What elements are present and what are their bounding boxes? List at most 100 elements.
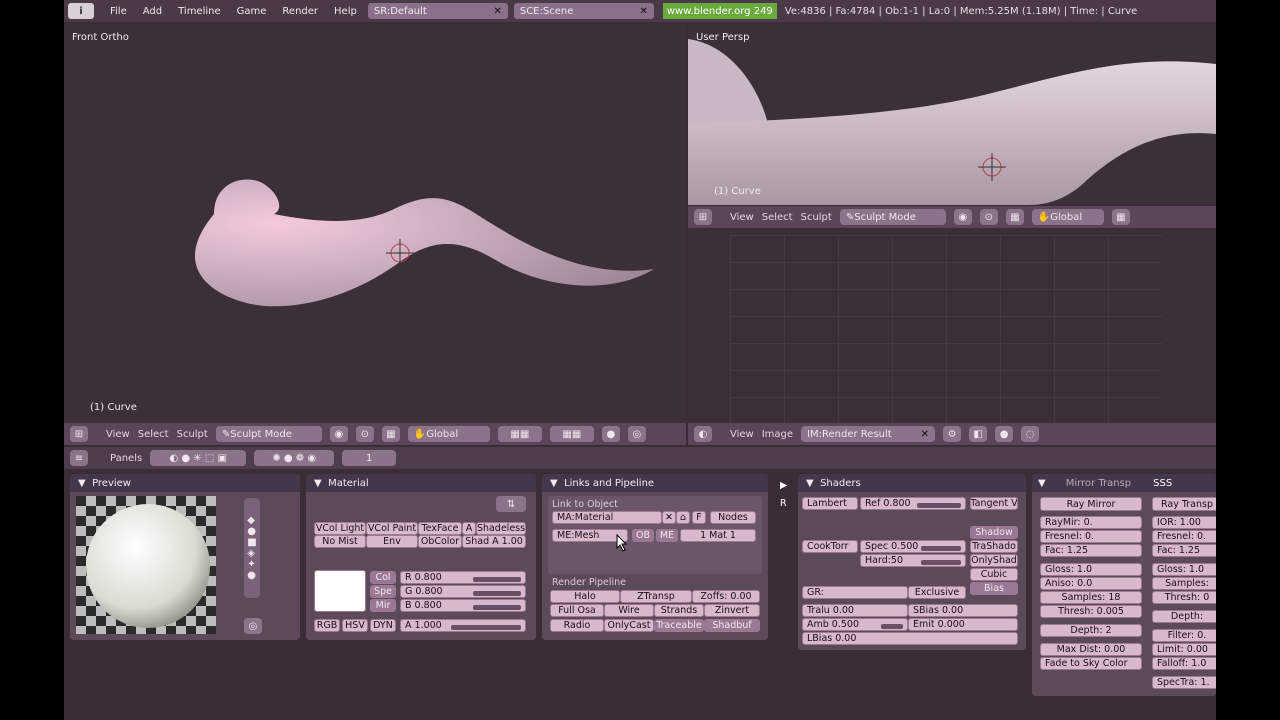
dyn-mode[interactable]: DYN	[370, 619, 396, 632]
material-name-field[interactable]: MA:Material	[552, 511, 662, 524]
play-icon[interactable]: ▶	[780, 480, 787, 491]
spectra-field[interactable]: SpecTra: 1.	[1152, 676, 1216, 689]
lock-icon[interactable]: ◌	[1021, 426, 1040, 442]
transp-thresh-field[interactable]: Thresh: 0	[1152, 591, 1216, 604]
orientation-selector[interactable]: ✋ Global	[1031, 209, 1104, 225]
shadow-toggle[interactable]: Shadow	[970, 526, 1018, 539]
fac-slider[interactable]: Fac: 1.25	[1040, 544, 1142, 557]
trashado-toggle[interactable]: TraShado	[970, 540, 1018, 553]
screen-selector[interactable]: SR:Default ✕	[367, 3, 508, 19]
samples-field[interactable]: Samples: 18	[1040, 591, 1142, 604]
transp-gloss-slider[interactable]: Gloss: 1.0	[1152, 563, 1216, 576]
menu-add[interactable]: Add	[135, 6, 170, 17]
zinvert-toggle[interactable]: Zinvert	[704, 604, 760, 617]
shading-icon[interactable]: ◉	[953, 209, 972, 225]
close-icon[interactable]: ✕	[662, 511, 676, 524]
pivot-icon[interactable]: ⊙	[355, 426, 374, 442]
tab-mirror-transp[interactable]: Mirror Transp	[1066, 478, 1131, 489]
material-index-field[interactable]: 1 Mat 1	[680, 529, 756, 542]
transp-depth-field[interactable]: Depth:	[1152, 610, 1216, 623]
bias-toggle[interactable]: Bias	[970, 582, 1018, 595]
menu-render[interactable]: Render	[274, 6, 326, 17]
tangent-v-toggle[interactable]: Tangent V	[970, 497, 1018, 510]
front-ortho-viewport[interactable]: Front Ortho (1) Curve	[64, 24, 686, 423]
menu-timeline[interactable]: Timeline	[170, 6, 229, 17]
menu-help[interactable]: Help	[326, 6, 365, 17]
halo-toggle[interactable]: Halo	[550, 590, 620, 603]
context-buttons[interactable]: ◐ ● ✳ ⬚ ▣	[150, 450, 247, 466]
layer-buttons[interactable]: ▦	[1111, 209, 1130, 225]
spe-button[interactable]: Spe	[370, 585, 396, 598]
editor-type-icon[interactable]: ⊞	[70, 426, 88, 442]
ob-button[interactable]: OB	[632, 529, 654, 542]
onlycast-toggle[interactable]: OnlyCast	[604, 619, 654, 632]
fresnel-slider[interactable]: Fresnel: 0.	[1040, 530, 1142, 543]
close-icon[interactable]: ✕	[633, 6, 647, 17]
menu-select[interactable]: Select	[138, 429, 169, 440]
fake-user-icon[interactable]: ⌂	[676, 511, 690, 524]
menu-select[interactable]: Select	[762, 212, 793, 223]
aniso-slider[interactable]: Aniso: 0.0	[1040, 577, 1142, 590]
f-button[interactable]: F	[692, 511, 706, 524]
max-dist-field[interactable]: Max Dist: 0.00	[1040, 643, 1142, 656]
zoffs-field[interactable]: Zoffs: 0.00	[692, 590, 760, 603]
rgb-mode[interactable]: RGB	[314, 619, 340, 632]
shadbuf-toggle[interactable]: Shadbuf	[704, 619, 760, 632]
mode-selector[interactable]: ✎ Sculpt Mode	[215, 426, 322, 442]
scene-selector[interactable]: SCE:Scene ✕	[513, 3, 654, 19]
paint-icon[interactable]: ⚙	[943, 426, 962, 442]
menu-sculpt[interactable]: Sculpt	[801, 212, 832, 223]
image-editor-icon[interactable]: ◐	[694, 426, 712, 442]
nodes-button[interactable]: Nodes	[710, 511, 756, 524]
layers-icon[interactable]: ▦	[1005, 209, 1024, 225]
hsv-mode[interactable]: HSV	[342, 619, 368, 632]
close-icon[interactable]: ✕	[487, 6, 501, 17]
color-swatch[interactable]	[314, 570, 366, 612]
mode-selector[interactable]: ✎ Sculpt Mode	[839, 209, 946, 225]
radio-toggle[interactable]: Radio	[550, 619, 604, 632]
ior-slider[interactable]: IOR: 1.00	[1152, 516, 1216, 529]
mir-button[interactable]: Mir	[370, 599, 396, 612]
transp-fac-slider[interactable]: Fac: 1.25	[1152, 544, 1216, 557]
texface-toggle[interactable]: TexFace	[418, 522, 462, 535]
image-selector[interactable]: IM:Render Result ✕	[801, 426, 936, 442]
subcontext-buttons[interactable]: ✺ ● ❁ ◉	[254, 450, 335, 466]
shading-icon[interactable]: ◉	[329, 426, 348, 442]
tab-sss[interactable]: SSS	[1153, 478, 1172, 489]
ref-slider[interactable]: Ref 0.800	[860, 497, 966, 510]
layer-buttons[interactable]: ▦▦	[497, 426, 542, 442]
gloss-slider[interactable]: Gloss: 1.0	[1040, 563, 1142, 576]
layer-buttons-2[interactable]: ▦▦	[549, 426, 594, 442]
close-icon[interactable]: ✕	[921, 429, 929, 440]
traceable-toggle[interactable]: Traceable	[654, 619, 704, 632]
depth-field[interactable]: Depth: 2	[1040, 624, 1142, 637]
editor-type-icon[interactable]: ≡	[70, 450, 88, 466]
g-slider[interactable]: G 0.800	[400, 585, 526, 598]
transp-samples-field[interactable]: Samples:	[1152, 577, 1216, 590]
filter-field[interactable]: Filter: 0.	[1152, 629, 1216, 642]
diffuse-shader-selector[interactable]: Lambert	[802, 497, 858, 510]
shadeless-toggle[interactable]: Shadeless	[476, 522, 526, 535]
env-toggle[interactable]: Env	[366, 535, 418, 548]
menu-image[interactable]: Image	[762, 429, 793, 440]
ztransp-toggle[interactable]: ZTransp	[620, 590, 692, 603]
vcol-paint-toggle[interactable]: VCol Paint	[366, 522, 418, 535]
render-icon[interactable]: ◎	[627, 426, 646, 442]
info-icon[interactable]: i	[68, 3, 94, 19]
menu-game[interactable]: Game	[229, 6, 275, 17]
menu-panels[interactable]: Panels	[110, 453, 142, 464]
lbias-slider[interactable]: LBias 0.00	[802, 632, 1018, 645]
wire-toggle[interactable]: Wire	[604, 604, 654, 617]
sbias-slider[interactable]: SBias 0.00	[908, 604, 1018, 617]
tralu-slider[interactable]: Tralu 0.00	[802, 604, 908, 617]
group-field[interactable]: GR:	[802, 586, 908, 599]
strands-toggle[interactable]: Strands	[654, 604, 704, 617]
blender-url[interactable]: www.blender.org 249	[662, 3, 777, 19]
thresh-field[interactable]: Thresh: 0.005	[1040, 605, 1142, 618]
no-mist-toggle[interactable]: No Mist	[314, 535, 366, 548]
menu-view[interactable]: View	[106, 429, 130, 440]
hard-slider[interactable]: Hard:50	[860, 554, 966, 567]
vcol-light-toggle[interactable]: VCol Light	[314, 522, 366, 535]
channels-icon[interactable]: ◧	[969, 426, 988, 442]
material-arrows[interactable]: ⇅	[496, 496, 526, 512]
